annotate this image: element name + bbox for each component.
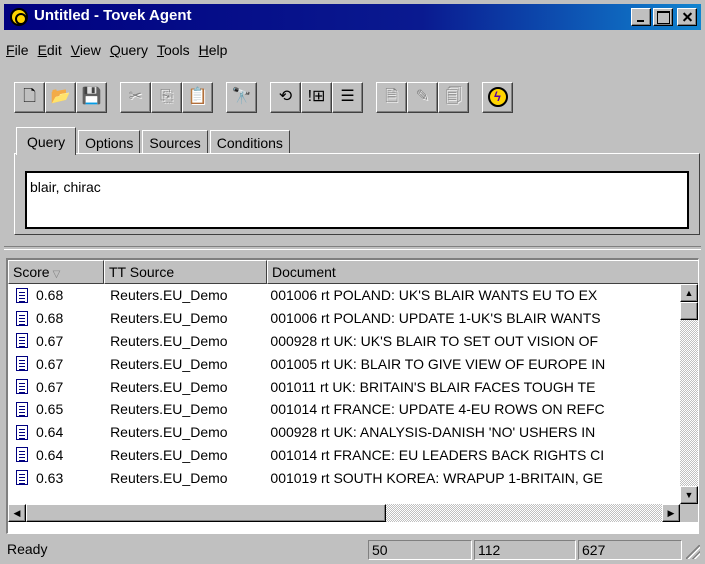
tab-options[interactable]: Options <box>78 130 141 154</box>
tovek-app-icon[interactable] <box>10 8 28 26</box>
menu-bar: File Edit View Query Tools Help <box>4 40 234 62</box>
scroll-left-icon[interactable]: ◀ <box>8 504 26 522</box>
scroll-down-icon[interactable]: ▼ <box>680 486 698 504</box>
find-icon[interactable]: 🔭 <box>226 81 257 113</box>
scroll-corner <box>680 504 698 522</box>
status-bar: Ready 50 112 627 <box>4 538 701 560</box>
vertical-scroll-thumb[interactable] <box>680 302 698 320</box>
list-body: 0.68 Reuters.EU_Demo 001006 rt POLAND: U… <box>8 284 680 504</box>
tab-sources[interactable]: Sources <box>142 130 208 154</box>
document-icon <box>16 356 28 372</box>
scroll-right-icon[interactable]: ▶ <box>662 504 680 522</box>
table-row[interactable]: 0.67 Reuters.EU_Demo 000928 rt UK: UK'S … <box>8 330 680 353</box>
document-icon <box>16 310 28 326</box>
status-panel-3: 627 <box>578 540 682 560</box>
scroll-up-icon[interactable]: ▲ <box>680 284 698 302</box>
sort-descending-icon: ▽ <box>52 269 61 280</box>
new-document-icon[interactable]: 🗋 <box>14 81 45 113</box>
status-panel-2: 112 <box>474 540 576 560</box>
title-bar[interactable]: Untitled - Tovek Agent <box>4 4 701 30</box>
menu-view[interactable]: View <box>69 40 108 62</box>
document-icon <box>16 379 28 395</box>
table-row[interactable]: 0.68 Reuters.EU_Demo 001006 rt POLAND: U… <box>8 284 680 307</box>
table-row[interactable]: 0.67 Reuters.EU_Demo 001005 rt UK: BLAIR… <box>8 352 680 375</box>
minimize-button[interactable] <box>631 8 651 26</box>
tab-strip: Query Options Sources Conditions <box>16 127 292 155</box>
edit-document-icon[interactable]: ✎ <box>407 81 438 113</box>
menu-tools[interactable]: Tools <box>155 40 197 62</box>
query-tab-panel: blair, chirac <box>14 153 700 235</box>
cut-icon[interactable]: ✂ <box>120 81 151 113</box>
table-row[interactable]: 0.64 Reuters.EU_Demo 001014 rt FRANCE: E… <box>8 444 680 467</box>
menu-help[interactable]: Help <box>197 40 235 62</box>
vertical-scrollbar[interactable]: ▲ ▼ <box>680 284 698 504</box>
save-icon[interactable]: 💾 <box>76 81 107 113</box>
document-icon <box>16 287 28 303</box>
status-text: Ready <box>7 541 48 557</box>
menu-query[interactable]: Query <box>108 40 155 62</box>
table-row[interactable]: 0.67 Reuters.EU_Demo 001011 rt UK: BRITA… <box>8 375 680 398</box>
query-input[interactable]: blair, chirac <box>25 171 689 229</box>
open-folder-icon[interactable]: 📂 <box>45 81 76 113</box>
refresh-query-icon[interactable]: ⟲ <box>270 81 301 113</box>
menu-file[interactable]: File <box>4 40 36 62</box>
column-tt-source[interactable]: TT Source <box>104 260 267 284</box>
table-row[interactable]: 0.64 Reuters.EU_Demo 000928 rt UK: ANALY… <box>8 421 680 444</box>
document-info-icon[interactable]: 🗐 <box>438 81 469 113</box>
document-icon <box>16 470 28 486</box>
list-header: Score ▽ TT Source Document <box>8 260 698 284</box>
resize-grip-icon[interactable] <box>686 545 700 559</box>
table-row[interactable]: 0.65 Reuters.EU_Demo 001014 rt FRANCE: U… <box>8 398 680 421</box>
maximize-button[interactable] <box>653 8 673 26</box>
column-score[interactable]: Score ▽ <box>8 260 104 284</box>
app-window: Untitled - Tovek Agent File Edit View Qu… <box>0 0 705 564</box>
table-row[interactable]: 0.68 Reuters.EU_Demo 001006 rt POLAND: U… <box>8 307 680 330</box>
search-results-icon[interactable]: !⊞ <box>301 81 332 113</box>
document-icon <box>16 333 28 349</box>
document-icon <box>16 447 28 463</box>
table-row[interactable]: 0.63 Reuters.EU_Demo 001019 rt SOUTH KOR… <box>8 466 680 489</box>
horizontal-scrollbar[interactable]: ◀ ▶ <box>8 504 680 522</box>
status-panel-1: 50 <box>368 540 472 560</box>
document-properties-icon[interactable]: 🗎 <box>376 81 407 113</box>
toolbar: 🗋 📂 💾 ✂ ⎘ 📋 🔭 ⟲ !⊞ ☰ 🗎 ✎ 🗐 ϟ <box>14 80 513 114</box>
pane-splitter[interactable] <box>4 246 701 250</box>
lightning-icon[interactable]: ϟ <box>482 81 513 113</box>
menu-edit[interactable]: Edit <box>36 40 69 62</box>
document-icon <box>16 401 28 417</box>
window-title: Untitled - Tovek Agent <box>34 7 192 24</box>
horizontal-scroll-thumb[interactable] <box>26 504 386 522</box>
paste-icon[interactable]: 📋 <box>182 81 213 113</box>
list-results-icon[interactable]: ☰ <box>332 81 363 113</box>
copy-icon[interactable]: ⎘ <box>151 81 182 113</box>
tab-query[interactable]: Query <box>16 127 77 155</box>
column-document[interactable]: Document <box>267 260 698 284</box>
close-button[interactable] <box>677 8 697 26</box>
document-icon <box>16 424 28 440</box>
results-list: Score ▽ TT Source Document 0.68 Reuters.E… <box>6 258 699 534</box>
tab-conditions[interactable]: Conditions <box>209 130 290 154</box>
